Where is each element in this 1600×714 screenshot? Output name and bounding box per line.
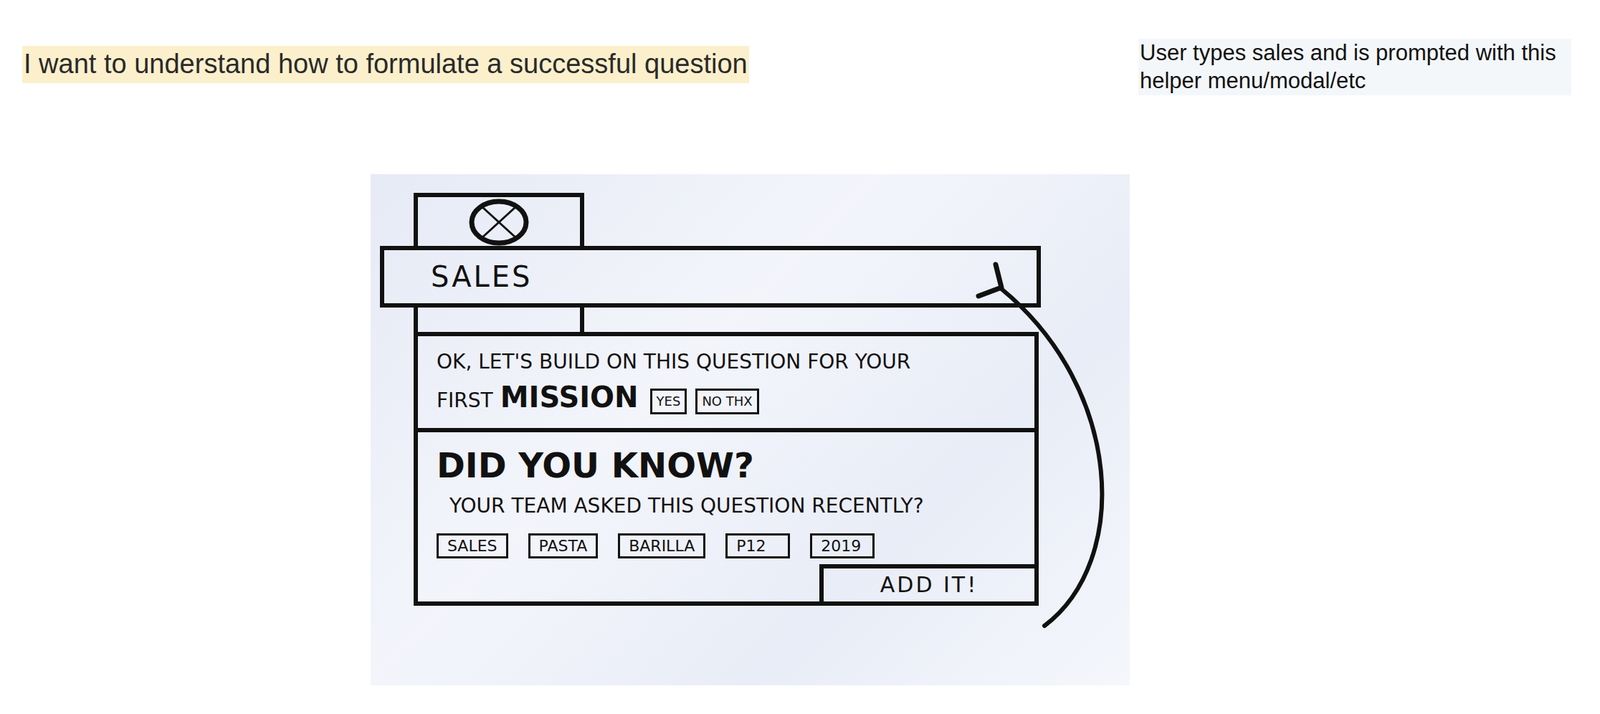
note: I want to understand how to formulate a … [22,45,750,84]
question-chip[interactable]: PASTA [528,533,599,559]
helper-modal: OK, LET'S BUILD ON THIS QUESTION FOR YOU… [413,331,1039,606]
mission-prompt: OK, LET'S BUILD ON THIS QUESTION FOR YOU… [417,336,1035,433]
avatar-icon[interactable] [466,198,532,246]
question-chip[interactable]: 2019 [810,533,875,559]
prompt-emphasis: MISSION [500,380,639,414]
page: I want to understand how to formulate a … [0,0,1600,714]
chip-row: SALES PASTA BARILLA P12 2019 [436,533,1035,559]
action-row: ADD IT! [436,564,1035,602]
comment: User types sales and is prompted with th… [1138,38,1572,96]
tip-title: DID YOU KNOW? [436,445,1035,487]
prompt-button[interactable]: NO THX [695,388,759,415]
tip-section: DID YOU KNOW? YOUR TEAM ASKED THIS QUESTI… [417,432,1035,602]
header: I want to understand how to formulate a … [0,0,1600,96]
tip-text: YOUR TEAM ASKED THIS QUESTION RECENTLY? [449,493,1035,518]
prompt-button[interactable]: YES [650,388,688,415]
curved-arrow-icon [370,174,1130,686]
question-chip[interactable]: SALES [436,533,509,559]
search-value: SALES [430,260,532,294]
avatar-tab [413,192,585,246]
question-chip[interactable]: P12 [725,533,790,559]
question-chip[interactable]: BARILLA [617,533,706,559]
avatar-stem [413,307,585,332]
wireframe-sketch: SALES OK, LET'S BUILD ON THIS QUESTION FO… [370,174,1130,686]
add-it-button[interactable]: ADD IT! [819,564,1035,602]
search-bar[interactable]: SALES [379,245,1041,308]
